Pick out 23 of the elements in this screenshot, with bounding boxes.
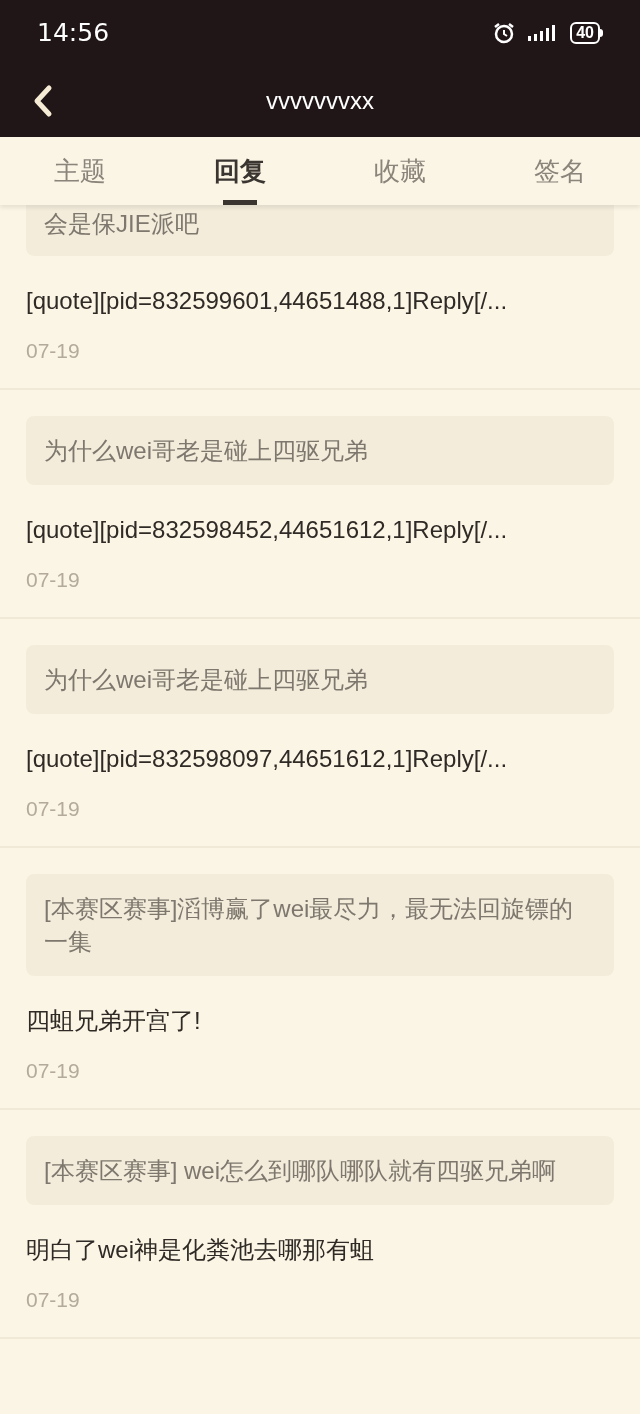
tab[interactable]: 签名: [480, 137, 640, 205]
quoted-text: 为什么wei哥老是碰上四驱兄弟: [26, 645, 614, 714]
post-date: 07-19: [26, 1058, 81, 1084]
tab[interactable]: 收藏: [320, 137, 480, 205]
quoted-text: [本赛区赛事]滔博赢了wei最尽力，最无法回旋镖的一集: [26, 874, 614, 976]
reply-text: [quote][pid=832598452,44651612,1]Reply[/...: [26, 515, 509, 545]
reply-text: [quote][pid=832599601,44651488,1]Reply[/...: [26, 286, 509, 316]
tab[interactable]: 回复: [160, 137, 320, 205]
post-date: 07-19: [26, 338, 81, 364]
reply-text: [quote][pid=832598097,44651612,1]Reply[/...: [26, 744, 509, 774]
page-title: vvvvvvvxx: [266, 86, 374, 116]
quoted-text: [本赛区赛事] wei怎么到哪队哪队就有四驱兄弟啊: [26, 1136, 614, 1205]
reply-text: 四蛆兄弟开宫了!: [26, 1006, 202, 1036]
quoted-text: 为什么wei哥老是碰上四驱兄弟: [26, 416, 614, 485]
battery-icon: 40: [570, 21, 603, 44]
quoted-text: 会是保JIE派吧: [26, 205, 614, 256]
reply-text: 明白了wei神是化粪池去哪那有蛆: [26, 1235, 375, 1265]
status-time: 14:56: [37, 16, 110, 49]
tab[interactable]: 主题: [0, 137, 160, 205]
post-date: 07-19: [26, 567, 81, 593]
post-date: 07-19: [26, 796, 81, 822]
post-date: 07-19: [26, 1287, 81, 1313]
back-icon[interactable]: [32, 84, 54, 118]
